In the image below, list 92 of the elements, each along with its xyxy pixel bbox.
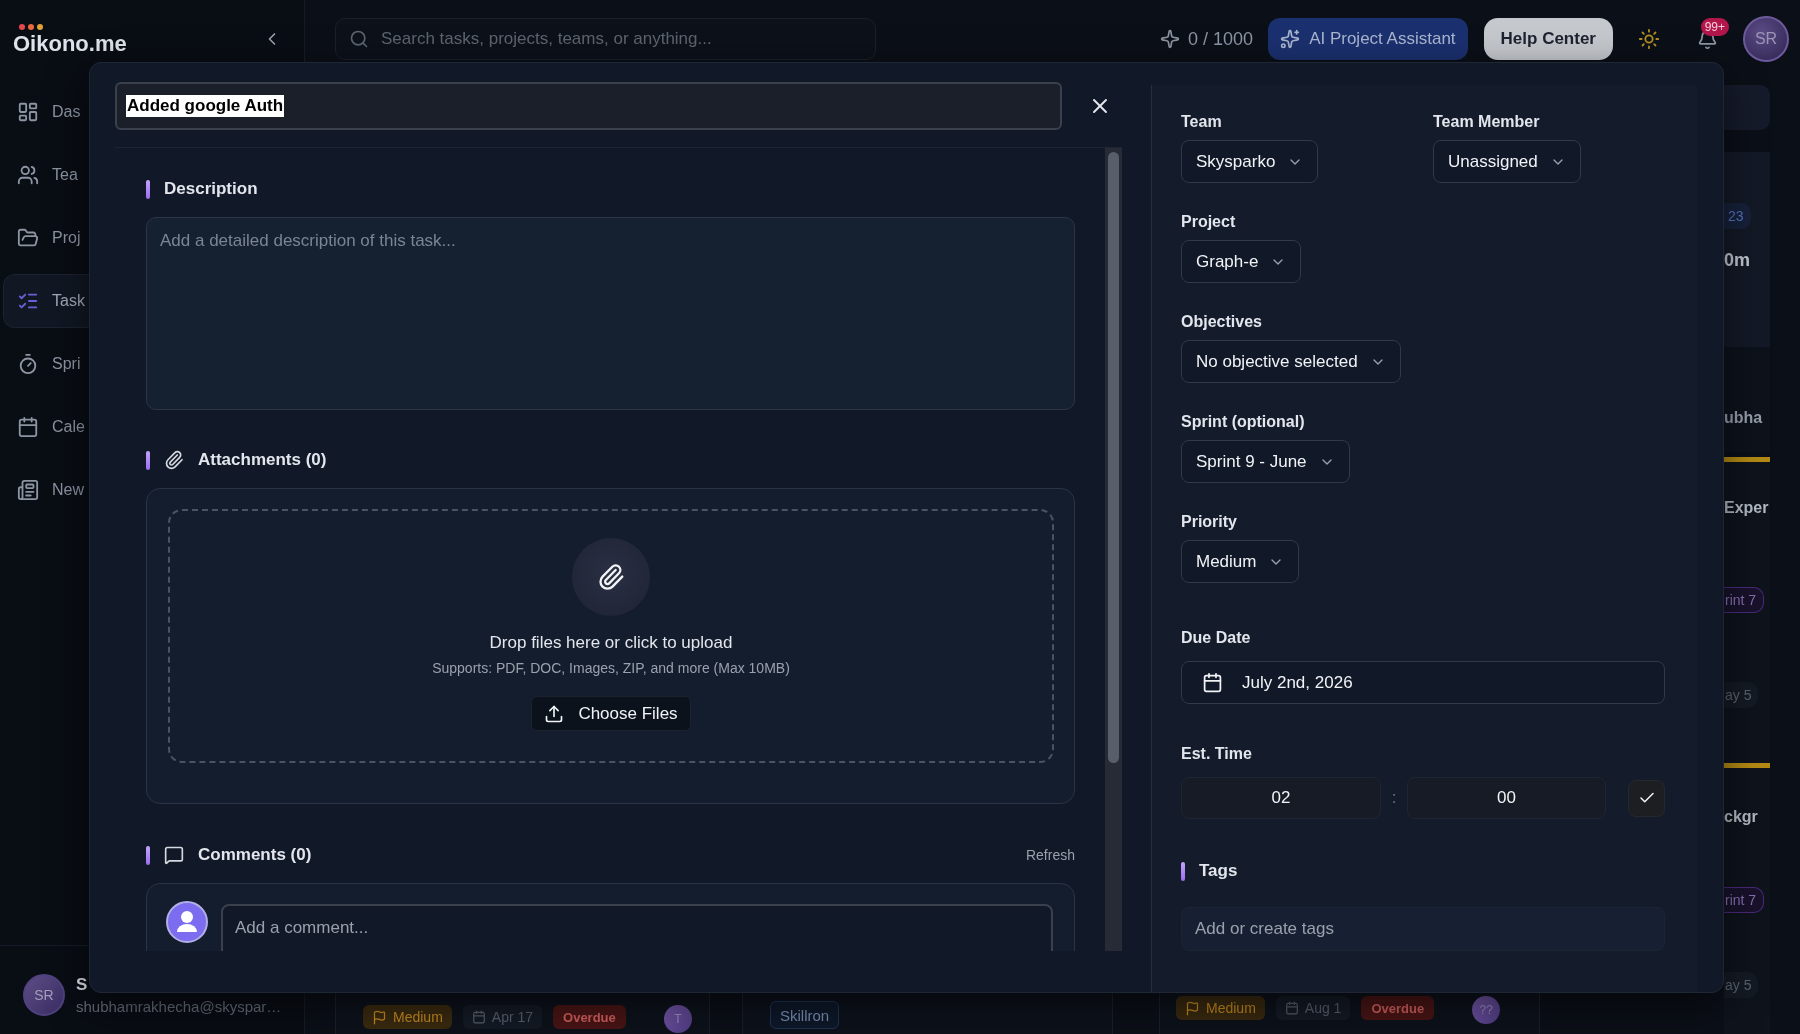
calendar-icon [1202, 672, 1223, 693]
calendar-icon [471, 1010, 486, 1024]
project-label: Skillron [770, 1001, 840, 1029]
hours-field[interactable]: 02 [1181, 777, 1381, 819]
status-label: Overdue [553, 1005, 626, 1029]
search-field[interactable]: Search tasks, projects, teams, or anything... [335, 18, 876, 60]
task-title: ckgr [1724, 807, 1758, 827]
comment-field[interactable]: Add a comment... [221, 904, 1053, 951]
priority-text: Medium [393, 1009, 443, 1025]
status-label: Overdue [1361, 996, 1435, 1020]
accent-marker-icon [146, 845, 150, 865]
user-avatar: T [663, 1005, 692, 1033]
sparkles-icon [1280, 29, 1301, 49]
dropdown-select[interactable]: Medium [1181, 540, 1300, 583]
field-label: Due Date [1181, 628, 1251, 648]
notification-count: 99+ [1700, 17, 1729, 36]
sprint-label: rint 7 [1724, 886, 1765, 913]
sparkle-icon [1160, 29, 1181, 49]
accent-marker-icon [1181, 861, 1185, 881]
tags-field[interactable]: Add or create tags [1181, 907, 1665, 951]
due-date-text: Apr 17 [491, 1009, 534, 1025]
folder-icon [17, 227, 39, 249]
user-name: S [76, 974, 88, 995]
dropdown-select[interactable]: Sprint 9 - June [1181, 440, 1350, 483]
search-icon [349, 29, 369, 49]
refresh-link[interactable]: Refresh [1025, 847, 1075, 863]
drop-zone[interactable]: Drop files here or click to upload Supports: PDF, DOC, Images, ZIP, and more (Max 10MB) Choose Files [168, 509, 1054, 763]
confirm-button[interactable] [1628, 779, 1665, 817]
scrollbar-thumb[interactable] [1108, 152, 1119, 763]
choose-files-button[interactable]: Choose Files [531, 696, 691, 731]
logo-text: Oikono.me [13, 32, 127, 55]
field-label: Team Member [1433, 112, 1540, 132]
calendar-icon [17, 416, 39, 438]
section-heading: Attachments (0) [198, 450, 327, 470]
time-separator: : [1390, 788, 1398, 808]
accent-marker-icon [146, 450, 150, 470]
description-field[interactable]: Add a detailed description of this task... [146, 217, 1075, 410]
sidebar-item[interactable]: Spri [3, 337, 89, 391]
field-label: Team [1181, 112, 1222, 132]
sidebar-item[interactable]: New [3, 463, 89, 517]
logo-dots-icon [19, 23, 45, 30]
duration-text: 0m [1724, 250, 1750, 270]
section-heading: Description [164, 179, 258, 199]
upload-icon [544, 703, 565, 724]
date-label: ay 5 [1724, 972, 1759, 998]
user-email: shubhamrakhecha@skyspar… [76, 997, 282, 1016]
sun-icon[interactable] [1638, 28, 1660, 50]
field-label: Objectives [1181, 312, 1262, 332]
sidebar-item[interactable]: Proj [3, 211, 89, 265]
sidebar-item[interactable]: Das [3, 85, 89, 139]
field-label: Priority [1181, 512, 1237, 532]
user-avatar-icon [166, 901, 208, 943]
number-label: 23 [1724, 203, 1751, 229]
date-field[interactable]: July 2nd, 2026 [1181, 661, 1665, 704]
stopwatch-icon [17, 353, 39, 375]
user-avatar[interactable]: SR [23, 974, 65, 1016]
field-label: Est. Time [1181, 744, 1252, 764]
speech-bubble-icon [164, 845, 184, 865]
paperclip-icon [164, 450, 184, 470]
users-icon [17, 164, 39, 186]
sidebar-item[interactable]: Task [3, 274, 89, 328]
help-center-button[interactable]: Help Center [1483, 18, 1613, 60]
dashboard-icon [17, 101, 39, 123]
section-heading: Tags [1199, 861, 1238, 881]
field-label: Sprint (optional) [1181, 412, 1305, 432]
newspaper-icon [17, 479, 39, 501]
ai-assistant-button[interactable]: AI Project Assistant [1268, 18, 1468, 60]
sprint-label: rint 7 [1724, 587, 1765, 613]
accent-marker-icon [146, 179, 150, 199]
due-date-text: Aug 1 [1304, 1000, 1342, 1016]
sidebar-item[interactable]: Tea [3, 148, 89, 202]
flag-icon [1185, 1000, 1200, 1016]
dropdown-select[interactable]: Unassigned [1433, 140, 1581, 183]
priority-text: Medium [1206, 1000, 1256, 1016]
sidebar-item[interactable]: Cale [3, 400, 89, 454]
dropdown-select[interactable]: Graph-e [1181, 240, 1302, 283]
minutes-field[interactable]: 00 [1407, 777, 1606, 819]
flag-icon [372, 1009, 387, 1025]
assignee-name: ubha [1724, 408, 1763, 428]
field-label: Project [1181, 212, 1236, 232]
calendar-icon [1284, 1001, 1299, 1015]
credits-count: 0 / 1000 [1188, 28, 1254, 50]
task-title: Exper [1724, 498, 1769, 518]
scrollbar[interactable] [1105, 148, 1122, 951]
drop-title: Drop files here or click to upload [489, 633, 733, 653]
dropdown-select[interactable]: Skysparko [1181, 140, 1319, 183]
user-avatar: ?? [1472, 996, 1501, 1024]
title-field[interactable]: Added google Auth [115, 82, 1062, 130]
drop-hint: Supports: PDF, DOC, Images, ZIP, and more (Max 10MB) [432, 659, 790, 677]
dropdown-select[interactable]: No objective selected [1181, 340, 1401, 383]
date-label: ay 5 [1724, 682, 1759, 708]
section-heading: Comments (0) [198, 845, 312, 865]
